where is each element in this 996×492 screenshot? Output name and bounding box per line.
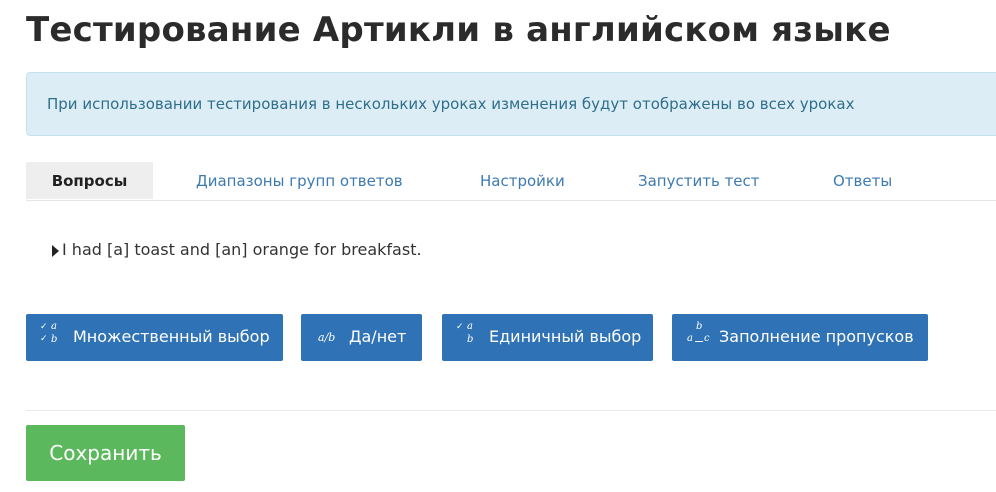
add-single-choice-button[interactable]: ✓ a b Единичный выбор bbox=[442, 314, 653, 361]
single-choice-label: Единичный выбор bbox=[489, 327, 642, 346]
single-choice-icon: ✓ a b bbox=[456, 321, 474, 345]
multiple-choice-icon: ✓ a ✓ b bbox=[40, 321, 58, 345]
question-text: I had [a] toast and [an] orange for brea… bbox=[62, 240, 422, 259]
fill-blanks-icon: b a c bbox=[687, 321, 710, 344]
add-yes-no-button[interactable]: a/b Да/нет bbox=[301, 314, 422, 361]
page-title: Тестирование Артикли в английском языке bbox=[26, 10, 891, 50]
expand-triangle-icon[interactable] bbox=[52, 244, 59, 257]
multiple-choice-label: Множественный выбор bbox=[73, 327, 270, 346]
info-alert-text: При использовании тестирования в несколь… bbox=[47, 95, 855, 113]
info-alert: При использовании тестирования в несколь… bbox=[26, 72, 996, 136]
tab-start-test[interactable]: Запустить тест bbox=[638, 162, 760, 199]
save-button[interactable]: Сохранить bbox=[26, 425, 185, 481]
question-item[interactable]: I had [a] toast and [an] orange for brea… bbox=[52, 240, 422, 259]
yes-no-icon: a/b bbox=[318, 331, 336, 344]
tab-answers[interactable]: Ответы bbox=[833, 162, 892, 199]
fill-blanks-label: Заполнение пропусков bbox=[719, 327, 914, 346]
add-multiple-choice-button[interactable]: ✓ a ✓ b Множественный выбор bbox=[26, 314, 283, 361]
tab-questions[interactable]: Вопросы bbox=[26, 162, 153, 199]
tab-settings[interactable]: Настройки bbox=[480, 162, 565, 199]
section-divider bbox=[26, 410, 996, 411]
tab-bar: Вопросы Диапазоны групп ответов Настройк… bbox=[26, 162, 996, 201]
yes-no-label: Да/нет bbox=[349, 327, 407, 346]
add-fill-blanks-button[interactable]: b a c Заполнение пропусков bbox=[672, 314, 928, 361]
tab-answer-group-ranges[interactable]: Диапазоны групп ответов bbox=[196, 162, 403, 199]
